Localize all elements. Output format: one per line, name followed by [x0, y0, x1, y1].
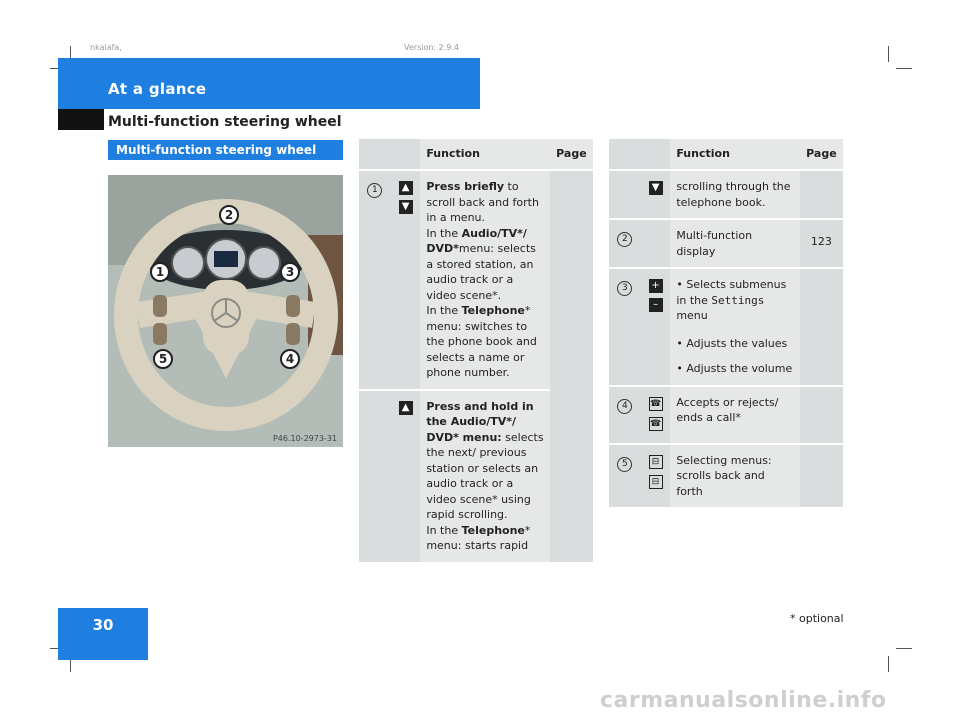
- header-num: [359, 139, 391, 170]
- phone-icon: ☎ ☎: [640, 384, 671, 444]
- print-meta-left: nkalafa,: [90, 43, 122, 52]
- table-row: 2 Multi-function display 123: [609, 218, 843, 268]
- table-row: 5 ⊟ ⊟ Selecting menus: scrolls back and f…: [609, 442, 843, 507]
- header-page: Page: [799, 139, 843, 170]
- scroll-buttons-icon: ▲ ▼: [390, 169, 421, 390]
- scroll-down-icon: ▼: [640, 169, 671, 219]
- header-icon: [390, 139, 421, 170]
- row-number: 1: [359, 169, 391, 390]
- callout-4: 4: [286, 352, 294, 366]
- row-number: 5: [609, 442, 641, 507]
- row-page: 123: [799, 218, 843, 268]
- page-subtitle: Multi-function steering wheel: [108, 114, 342, 130]
- table-row: 1 ▲ ▼ Press briefly to scroll back and fo…: [359, 169, 593, 562]
- steering-wheel-image: 1 2 3 4 5 P46.10-2973-31: [108, 175, 343, 447]
- row-function: scrolling through the telephone book.: [670, 169, 800, 219]
- row-function: Selecting menus: scrolls back and forth: [670, 442, 800, 507]
- row-icon: [640, 218, 671, 268]
- row-number: 4: [609, 384, 641, 444]
- function-table-left: Function Page 1 ▲ ▼ Press briefly to scro…: [359, 139, 593, 562]
- callout-2: 2: [225, 208, 233, 222]
- table-row: ▼ scrolling through the telephone book.: [609, 169, 843, 219]
- table-row: 4 ☎ ☎ Accepts or rejects/ ends a call*: [609, 384, 843, 444]
- print-meta-right: Version: 2.9.4: [404, 43, 460, 52]
- row-number: [609, 169, 641, 219]
- row-number: 2: [609, 218, 641, 268]
- crop-mark: [896, 648, 912, 649]
- crop-mark: [888, 656, 889, 672]
- page-number: 30: [92, 616, 114, 634]
- figure-code: P46.10-2973-31: [272, 434, 337, 443]
- row-function: • Selects submenus in the Settings menu …: [670, 267, 800, 386]
- row-page: [799, 267, 843, 386]
- callout-5: 5: [159, 352, 167, 366]
- figure-heading: Multi-function steering wheel: [108, 140, 343, 160]
- row-number: [359, 388, 391, 562]
- row-function: Press and hold in the Audio/TV*/ DVD* me…: [420, 388, 550, 562]
- header-num: [609, 139, 641, 170]
- menu-select-icon: ⊟ ⊟: [640, 442, 671, 507]
- row-page: [799, 169, 843, 219]
- function-table-right: Function Page ▼ scrolling through the te…: [609, 139, 843, 507]
- plus-minus-icon: + –: [640, 267, 671, 386]
- footnote-optional: * optional: [790, 612, 844, 625]
- crop-mark: [888, 46, 889, 62]
- row-number: 3: [609, 267, 641, 386]
- callout-3: 3: [286, 265, 294, 279]
- scroll-up-icon: ▲: [390, 388, 421, 562]
- header-page: Page: [549, 139, 593, 170]
- header-function: Function: [420, 139, 550, 170]
- row-function: Press briefly to scroll back and forth i…: [420, 169, 550, 390]
- subtitle-marker: [58, 109, 104, 130]
- header-function: Function: [670, 139, 800, 170]
- header-icon: [640, 139, 671, 170]
- callout-1: 1: [156, 265, 164, 279]
- row-page: [549, 169, 593, 562]
- row-page: [799, 442, 843, 507]
- steering-wheel-illustration: 1 2 3 4 5: [108, 175, 343, 447]
- table-row: 3 + – • Selects submenus in the Settings …: [609, 267, 843, 386]
- row-page: [799, 384, 843, 444]
- crop-mark: [896, 68, 912, 69]
- row-function: Multi-function display: [670, 218, 800, 268]
- row-function: Accepts or rejects/ ends a call*: [670, 384, 800, 444]
- watermark: carmanualsonline.info: [600, 688, 887, 713]
- section-title: At a glance: [108, 80, 207, 98]
